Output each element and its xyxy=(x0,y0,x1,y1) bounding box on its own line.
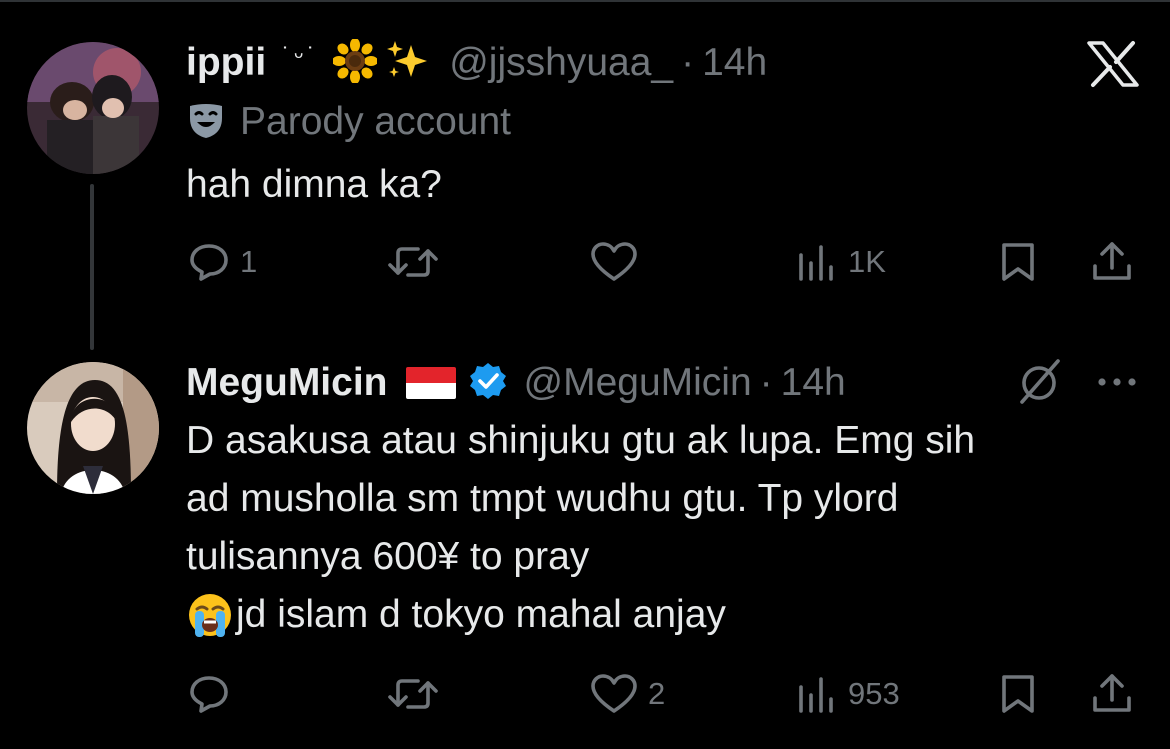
tweet-text-line: tulisannya 600¥ to pray xyxy=(186,535,590,578)
tweet-header: MeguMicin @MeguMicin · 14h xyxy=(186,356,846,410)
tweet-text-line: ad musholla sm tmpt wudhu gtu. Tp ylord xyxy=(186,477,899,520)
timestamp[interactable]: 14h xyxy=(781,361,846,405)
crying-face-emoji-icon xyxy=(186,591,234,639)
tweet-text-line-with-emoji: jd islam d tokyo mahal anjay xyxy=(186,586,1146,644)
tweet-actions: 2 953 xyxy=(0,664,1170,724)
retweet-button[interactable] xyxy=(386,664,450,724)
avatar[interactable] xyxy=(27,362,159,494)
views-button[interactable]: 953 xyxy=(796,664,900,724)
reply-count: 1 xyxy=(240,244,258,279)
views-chart-icon xyxy=(799,677,833,713)
tweet-header: ippii ˙ᵕ˙ @jjsshyuaa_ · 14h xyxy=(186,36,767,90)
like-button[interactable]: 2 xyxy=(590,664,665,724)
parody-account-text: Parody account xyxy=(240,100,512,143)
share-icon xyxy=(1093,242,1131,280)
retweet-icon xyxy=(388,247,438,277)
user-handle[interactable]: @MeguMicin xyxy=(524,361,752,405)
bookmark-button[interactable] xyxy=(998,232,1038,292)
tweet-actions: 1 1K xyxy=(0,232,1170,292)
reply-icon xyxy=(190,244,228,281)
tweet-text-line: jd islam d tokyo mahal anjay xyxy=(236,593,726,636)
name-kaomoji: ˙ᵕ˙ xyxy=(282,43,320,70)
theater-mask-icon xyxy=(186,100,226,145)
separator-dot: · xyxy=(681,41,695,84)
indonesia-flag-icon xyxy=(405,367,456,399)
retweet-icon xyxy=(388,679,438,709)
views-button[interactable]: 1K xyxy=(796,232,886,292)
display-name[interactable]: ippii xyxy=(186,41,266,85)
separator-dot: · xyxy=(759,361,773,404)
bookmark-icon xyxy=(1002,675,1034,713)
sunflower-icon xyxy=(332,37,379,88)
timestamp[interactable]: 14h xyxy=(702,41,767,85)
verified-badge-icon[interactable] xyxy=(468,361,508,406)
bookmark-button[interactable] xyxy=(998,664,1038,724)
heart-icon xyxy=(591,242,637,281)
view-count: 1K xyxy=(848,244,886,279)
share-button[interactable] xyxy=(1090,232,1134,292)
grok-icon[interactable] xyxy=(1014,356,1064,415)
display-name[interactable]: MeguMicin xyxy=(186,361,388,405)
tweet-text: D asakusa atau shinjuku gtu ak lupa. Emg… xyxy=(186,412,1146,644)
more-options-icon[interactable] xyxy=(1096,372,1138,397)
tweet-text: hah dimna ka? xyxy=(186,163,442,206)
reply-button[interactable]: 1 xyxy=(188,232,257,292)
top-divider xyxy=(0,0,1170,2)
user-handle[interactable]: @jjsshyuaa_ xyxy=(449,41,673,85)
heart-icon xyxy=(591,674,637,713)
sparkles-icon xyxy=(385,39,431,88)
share-icon xyxy=(1093,674,1131,712)
reply-button[interactable] xyxy=(188,664,240,724)
avatar[interactable] xyxy=(27,42,159,174)
reply-icon xyxy=(190,676,228,713)
retweet-button[interactable] xyxy=(386,232,450,292)
bookmark-icon xyxy=(1002,243,1034,281)
like-count: 2 xyxy=(648,676,666,711)
view-count: 953 xyxy=(848,676,900,711)
x-logo-icon[interactable] xyxy=(1086,40,1140,93)
share-button[interactable] xyxy=(1090,664,1134,724)
parody-label: Parody account xyxy=(186,96,511,148)
like-button[interactable] xyxy=(590,232,648,292)
views-chart-icon xyxy=(799,245,833,281)
tweet-text-line: D asakusa atau shinjuku gtu ak lupa. Emg… xyxy=(186,419,976,462)
